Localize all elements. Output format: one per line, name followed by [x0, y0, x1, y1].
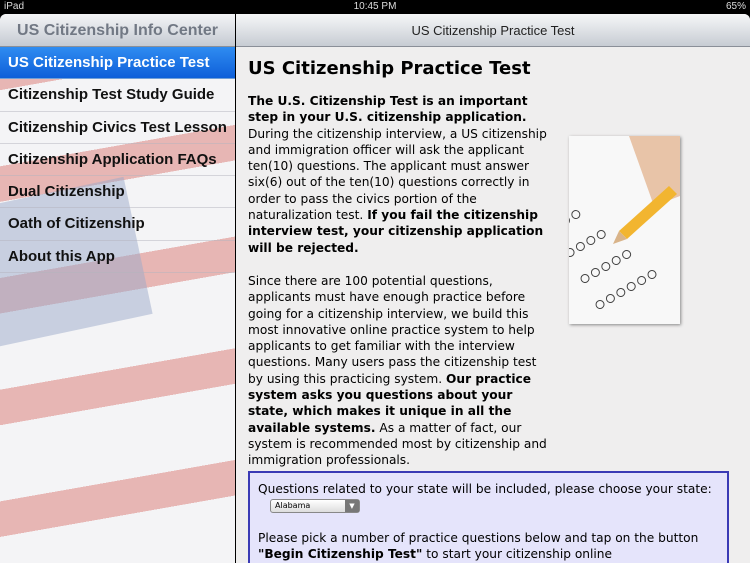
chevron-down-icon: ▼ — [345, 499, 359, 512]
content[interactable]: US Citizenship Practice Test The U.S. Ci… — [248, 58, 680, 486]
sidebar-item-study-guide[interactable]: Citizenship Test Study Guide — [0, 79, 235, 112]
battery-level: 65% — [725, 1, 746, 12]
state-prompt: Questions related to your state will be … — [258, 482, 712, 496]
bold-text: The U.S. Citizenship Test is an importan… — [248, 94, 528, 125]
text: Since there are 100 potential questions,… — [248, 273, 537, 386]
sidebar-title: US Citizenship Info Center — [0, 14, 235, 47]
text: Please pick a number of practice questio… — [258, 530, 699, 545]
page-title: US Citizenship Practice Test — [248, 58, 531, 79]
test-sheet-image — [569, 136, 680, 324]
nav-title: US Citizenship Practice Test — [236, 14, 750, 47]
sidebar-item-practice-test[interactable]: US Citizenship Practice Test — [0, 47, 235, 80]
sidebar: US Citizenship Info Center US Citizenshi… — [0, 14, 235, 563]
sidebar-item-civics-lesson[interactable]: Citizenship Civics Test Lesson — [0, 112, 235, 144]
sidebar-item-about[interactable]: About this App — [0, 241, 235, 274]
practice-paragraph: Since there are 100 potential questions,… — [248, 273, 548, 469]
status-bar: iPad 10:45 PM 65% — [0, 0, 750, 14]
text: to start your citizenship online — [422, 546, 612, 561]
main-panel: US Citizenship Practice Test US Citizens… — [236, 14, 750, 563]
sidebar-item-dual-citizenship[interactable]: Dual Citizenship — [0, 176, 235, 209]
state-value: Alabama — [275, 500, 311, 510]
sidebar-item-oath[interactable]: Oath of Citizenship — [0, 208, 235, 241]
test-options-box: Questions related to your state will be … — [248, 471, 729, 563]
clock: 10:45 PM — [353, 1, 397, 12]
bold-text: "Begin Citizenship Test" — [258, 546, 423, 561]
state-select[interactable]: Alabama ▼ — [270, 498, 360, 513]
sidebar-item-faqs[interactable]: Citizenship Application FAQs — [0, 144, 235, 177]
intro-paragraph: The U.S. Citizenship Test is an importan… — [248, 93, 548, 256]
